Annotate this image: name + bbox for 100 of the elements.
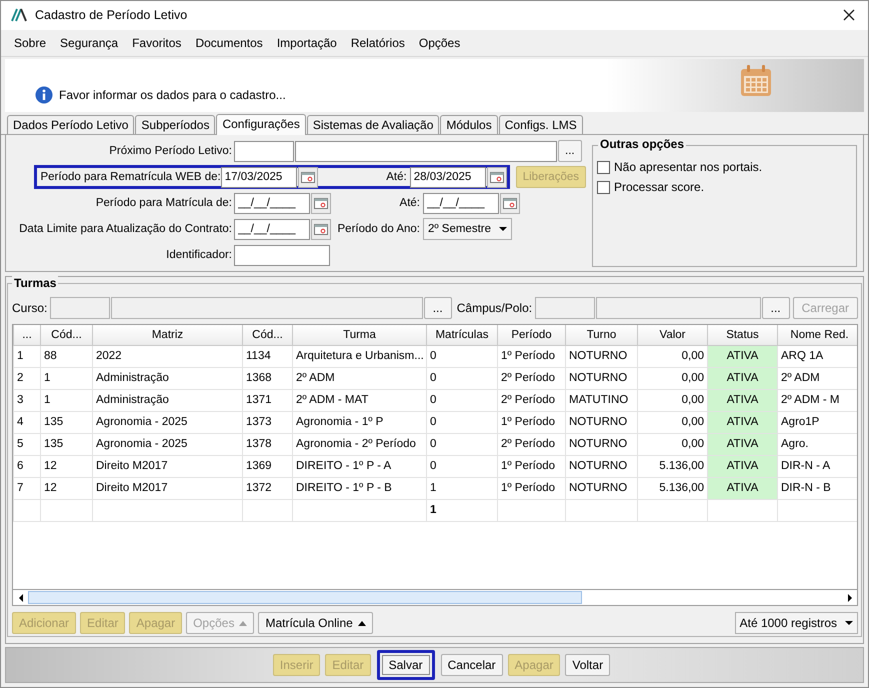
- table-cell: 1º Período: [498, 477, 566, 500]
- input-field[interactable]: [50, 297, 110, 320]
- period-select[interactable]: 2º Semestre: [423, 218, 512, 240]
- column-header[interactable]: Matriz: [92, 325, 242, 346]
- menu-button[interactable]: Matrícula Online: [258, 612, 373, 634]
- form-button[interactable]: Voltar: [565, 654, 610, 676]
- column-header[interactable]: Período: [498, 325, 566, 346]
- input-field[interactable]: __/__/____: [423, 192, 499, 214]
- table-cell: 5: [14, 433, 40, 456]
- table-cell: Arquitetura e Urbanism...: [292, 345, 426, 368]
- total-cell: 1: [426, 499, 498, 522]
- table-cell: Agronomia - 2025: [92, 433, 242, 456]
- tab[interactable]: Configurações: [216, 114, 306, 136]
- field-label: Até:: [398, 197, 421, 210]
- checkbox-label: Não apresentar nos portais.: [614, 160, 762, 174]
- info-message: Favor informar os dados para o cadastro...: [59, 88, 286, 104]
- column-header[interactable]: Turno: [566, 325, 638, 346]
- table-cell: 1º Período: [498, 455, 566, 478]
- table-cell: 88: [40, 345, 92, 368]
- calendar-button[interactable]: [311, 218, 331, 240]
- field-label: Data Limite para Atualização do Contrato:: [19, 223, 232, 236]
- table-cell: 1368: [242, 367, 292, 390]
- column-header[interactable]: Valor: [638, 325, 708, 346]
- info-icon: [35, 86, 53, 104]
- table-cell: MATUTINO: [566, 389, 638, 412]
- input-field[interactable]: [234, 140, 294, 162]
- tab[interactable]: Dados Período Letivo: [7, 115, 134, 134]
- menu-item[interactable]: Relatórios: [344, 32, 412, 53]
- calendar-icon: [503, 198, 517, 209]
- checkbox[interactable]: [597, 180, 610, 194]
- input-field[interactable]: __/__/____: [234, 192, 310, 214]
- table-cell: Administração: [92, 389, 242, 412]
- checkbox[interactable]: [597, 160, 610, 174]
- table-cell: 1º Período: [498, 411, 566, 434]
- lookup-button[interactable]: ...: [424, 297, 452, 320]
- menu-item[interactable]: Sobre: [7, 32, 54, 53]
- close-icon[interactable]: [842, 8, 856, 22]
- table-cell: 0: [426, 367, 498, 390]
- calendar-button[interactable]: [500, 192, 520, 214]
- records-select[interactable]: Até 1000 registros: [734, 612, 858, 634]
- lookup-button[interactable]: ...: [558, 140, 582, 162]
- table-cell: 1: [14, 345, 40, 368]
- column-header[interactable]: Cód...: [40, 325, 92, 346]
- status-cell: ATIVA: [708, 389, 778, 412]
- menu-item[interactable]: Favoritos: [125, 32, 188, 53]
- table-cell: Direito M2017: [92, 455, 242, 478]
- table-cell: 1134: [242, 345, 292, 368]
- input-field[interactable]: [234, 244, 330, 266]
- table-cell: 1: [40, 367, 92, 390]
- table-cell: Agronomia - 2025: [92, 411, 242, 434]
- menu-item[interactable]: Opções: [412, 32, 468, 53]
- status-cell: ATIVA: [708, 367, 778, 390]
- menu-item[interactable]: Segurança: [53, 32, 126, 53]
- column-header[interactable]: Status: [708, 325, 778, 346]
- menu-item[interactable]: Importação: [270, 32, 344, 53]
- table-cell: NOTURNO: [566, 477, 638, 500]
- input-field[interactable]: __/__/____: [234, 218, 310, 240]
- column-header[interactable]: ...: [14, 325, 40, 346]
- horizontal-scrollbar[interactable]: [12, 590, 858, 606]
- column-header[interactable]: Cód...: [242, 325, 292, 346]
- tab[interactable]: Subperíodos: [135, 115, 216, 134]
- input-field[interactable]: [596, 297, 761, 320]
- table-cell: 4: [14, 411, 40, 434]
- table-cell: 12: [40, 455, 92, 478]
- calendar-button[interactable]: [298, 166, 318, 188]
- tab[interactable]: Configs. LMS: [498, 115, 583, 134]
- form-button[interactable]: Cancelar: [440, 654, 503, 676]
- lookup-button[interactable]: ...: [762, 297, 790, 320]
- field-label: Curso:: [12, 301, 48, 316]
- tab[interactable]: Módulos: [440, 115, 498, 134]
- app-logo-icon: [11, 7, 27, 24]
- status-cell: ATIVA: [708, 345, 778, 368]
- table-cell: NOTURNO: [566, 433, 638, 456]
- table-cell: 1369: [242, 455, 292, 478]
- calendar-icon: [314, 224, 328, 235]
- table-cell: 2: [14, 367, 40, 390]
- form-button[interactable]: Salvar: [376, 650, 435, 680]
- table-cell: 12: [40, 477, 92, 500]
- input-field[interactable]: [535, 297, 596, 320]
- field-label: Próximo Período Letivo:: [109, 145, 232, 158]
- table-cell: 0: [426, 411, 498, 434]
- table-cell: 0: [426, 455, 498, 478]
- column-header[interactable]: Matrículas: [426, 325, 498, 346]
- input-field[interactable]: [295, 140, 557, 162]
- input-field[interactable]: 17/03/2025: [220, 166, 297, 188]
- input-field[interactable]: [111, 297, 423, 320]
- field-label: Período do Ano:: [336, 223, 421, 236]
- field-label: Câmpus/Polo:: [456, 301, 534, 316]
- tab[interactable]: Sistemas de Avaliação: [306, 115, 440, 134]
- table-cell: NOTURNO: [566, 345, 638, 368]
- input-field[interactable]: 28/03/2025: [410, 166, 486, 188]
- calendar-button[interactable]: [486, 166, 507, 188]
- menu-item[interactable]: Documentos: [188, 32, 270, 53]
- column-header[interactable]: Turma: [292, 325, 426, 346]
- calendar-button[interactable]: [311, 192, 331, 214]
- table-cell: 1372: [242, 477, 292, 500]
- scroll-right-icon: [848, 594, 852, 602]
- table-cell: 135: [40, 433, 92, 456]
- table-cell: DIREITO - 1º P - A: [292, 455, 426, 478]
- column-header[interactable]: Nome Red.: [778, 325, 857, 346]
